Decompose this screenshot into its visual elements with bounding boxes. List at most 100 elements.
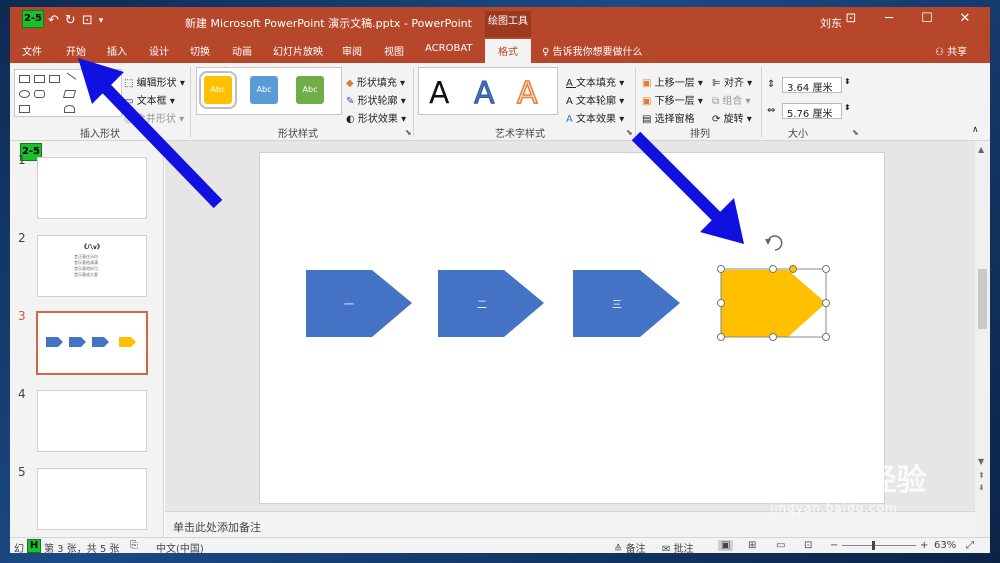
minimize-icon[interactable]: ─ <box>870 11 908 26</box>
wordart-styles-gallery[interactable]: A A A <box>418 67 558 115</box>
width-spinner-icon[interactable]: ⬍ <box>844 103 851 112</box>
next-slide-icon[interactable]: ⇟ <box>978 483 985 492</box>
slide-thumbnail-1[interactable] <box>37 157 147 219</box>
notes-placeholder[interactable]: 单击此处添加备注 <box>173 519 261 535</box>
tab-design[interactable]: 设计 <box>149 43 169 58</box>
reading-view-icon[interactable]: ▭ <box>776 540 785 551</box>
tab-home[interactable]: 开始 <box>66 43 86 58</box>
slide-canvas[interactable]: 一 二 三 <box>259 152 885 504</box>
scroll-down-icon[interactable]: ▼ <box>978 457 984 466</box>
ellipse-shape-icon[interactable] <box>19 90 30 98</box>
notes-label: 备注 <box>625 544 646 553</box>
slide-thumbnail-2[interactable]: 《八v》 昔正意往乐内 昔乐意他清满 昔乐意他好月 昔乐意成大要 <box>37 235 147 297</box>
edit-shape-button[interactable]: ⬚ 编辑形状 ▾ <box>124 74 185 89</box>
shape-styles-launcher-icon[interactable]: ⬊ <box>405 128 412 137</box>
tab-animations[interactable]: 动画 <box>232 43 252 58</box>
triangle-shape-icon[interactable] <box>49 90 60 98</box>
shapes-gallery[interactable] <box>14 69 122 117</box>
separator <box>635 67 636 137</box>
wordart-launcher-icon[interactable]: ⬊ <box>626 128 633 137</box>
slide-thumbnail-3[interactable] <box>36 311 148 375</box>
tab-file[interactable]: 文件 <box>22 43 42 58</box>
slide-thumbnail-5[interactable] <box>37 468 147 530</box>
slide-sorter-icon[interactable]: ⊞ <box>748 540 756 551</box>
previous-slide-icon[interactable]: ⇞ <box>978 471 985 480</box>
tab-format[interactable]: 格式 <box>485 39 531 63</box>
zoom-slider-thumb[interactable] <box>872 541 875 550</box>
zoom-out-icon[interactable]: − <box>830 540 838 551</box>
text-outline-button[interactable]: A 文本轮廓 ▾ <box>566 92 624 107</box>
slide-thumbnail-4[interactable] <box>37 390 147 452</box>
close-icon[interactable]: ✕ <box>946 11 984 26</box>
shape-height-input[interactable]: 3.64 厘米 <box>782 77 842 94</box>
text-fill-button[interactable]: A 文本填充 ▾ <box>566 74 624 89</box>
spelling-icon[interactable]: ⎘ <box>130 540 138 551</box>
height-spinner-icon[interactable]: ⬍ <box>844 77 851 86</box>
tell-me-search[interactable]: ♀ 告诉我你想要做什么 <box>542 43 643 58</box>
textbox-shape-icon[interactable] <box>34 75 45 83</box>
text-effects-button[interactable]: A 文本效果 ▾ <box>566 110 624 125</box>
customize-qat-icon[interactable]: ▾ <box>99 16 104 26</box>
maximize-icon[interactable]: ☐ <box>908 11 946 26</box>
parallelogram-shape-icon[interactable] <box>62 90 77 98</box>
pentagon-shape-2[interactable] <box>438 270 544 337</box>
normal-view-icon[interactable]: ▣ <box>718 540 734 551</box>
line-shape-icon[interactable] <box>62 72 77 86</box>
tab-acrobat[interactable]: ACROBAT <box>425 43 473 54</box>
collapse-ribbon-icon[interactable]: ∧ <box>972 125 979 135</box>
slideshow-view-icon[interactable]: ⊡ <box>804 540 812 551</box>
zoom-in-icon[interactable]: + <box>920 540 928 551</box>
send-backward-button[interactable]: ▣ 下移一层 ▾ <box>642 92 703 107</box>
zoom-level[interactable]: 63% <box>934 540 956 551</box>
wordart-black[interactable]: A <box>429 76 450 111</box>
wordart-orange[interactable]: A <box>516 75 538 112</box>
rotate-button[interactable]: ⟳ 旋转 ▾ <box>712 110 752 125</box>
arrow-down-shape-icon[interactable] <box>19 105 30 113</box>
style-green[interactable]: Abc <box>296 76 324 104</box>
ribbon-display-options-icon[interactable]: ⊡ <box>832 11 870 26</box>
pentagon-shape-1[interactable] <box>306 270 412 337</box>
fit-slide-icon[interactable]: ⤢ <box>966 540 974 551</box>
align-button[interactable]: ⊫ 对齐 ▾ <box>712 74 752 89</box>
scroll-thumb[interactable] <box>978 269 987 329</box>
curve-shape-icon[interactable] <box>64 105 75 113</box>
tab-view[interactable]: 视图 <box>384 43 404 58</box>
language-indicator[interactable]: 中文(中国) <box>156 540 204 553</box>
shape-outline-button[interactable]: ✎ 形状轮廓 ▾ <box>346 92 406 107</box>
selection-pane-button[interactable]: ▤ 选择窗格 <box>642 110 695 125</box>
shape-effects-button[interactable]: ◐ 形状效果 ▾ <box>346 110 406 125</box>
shape-fill-button[interactable]: ◆ 形状填充 ▾ <box>346 74 405 89</box>
tab-slideshow[interactable]: 幻灯片放映 <box>273 43 323 58</box>
status-bar: 幻 H 第 3 张，共 5 张 ⎘ 中文(中国) ≙ 备注 ✉ 批注 ▣ ⊞ ▭… <box>10 537 990 553</box>
zoom-slider[interactable] <box>842 541 916 550</box>
tab-transitions[interactable]: 切换 <box>190 43 210 58</box>
shape-width-input[interactable]: 5.76 厘米 <box>782 103 842 120</box>
style-orange[interactable]: Abc <box>199 71 237 109</box>
tab-insert[interactable]: 插入 <box>107 43 127 58</box>
selected-pentagon-shape[interactable] <box>717 235 830 341</box>
comments-button[interactable]: ✉ 批注 <box>662 540 694 553</box>
style-blue[interactable]: Abc <box>250 76 278 104</box>
size-launcher-icon[interactable]: ⬊ <box>852 128 859 137</box>
wordart-blue[interactable]: A <box>474 76 496 112</box>
shape-styles-gallery[interactable]: Abc Abc Abc <box>196 67 342 115</box>
vertical-scrollbar[interactable]: ▲ ▼ ⇞ ⇟ <box>975 141 990 537</box>
text-box-button[interactable]: ▭ 文本框 ▾ <box>124 92 175 107</box>
notes-button[interactable]: ≙ 备注 <box>614 540 646 553</box>
bring-forward-button[interactable]: ▣ 上移一层 ▾ <box>642 74 703 89</box>
redo-icon[interactable]: ↻ <box>65 13 76 28</box>
start-slideshow-icon[interactable]: ⊡ <box>82 13 93 28</box>
share-button[interactable]: ⚇ 共享 <box>935 43 967 58</box>
undo-icon[interactable]: ↶ <box>48 13 59 28</box>
merge-shapes-button[interactable]: ◎ 合并形状 ▾ <box>124 110 184 125</box>
rounded-rect-shape-icon[interactable] <box>34 90 45 98</box>
textbox-shape-icon-2[interactable] <box>49 75 60 83</box>
group-button[interactable]: ⧉ 组合 ▾ <box>712 92 751 107</box>
rect-shape-icon[interactable] <box>19 75 30 83</box>
tab-review[interactable]: 审阅 <box>342 43 362 58</box>
rotate-handle-icon[interactable] <box>765 235 783 251</box>
scroll-up-icon[interactable]: ▲ <box>978 145 984 154</box>
adjust-handle[interactable] <box>789 265 797 273</box>
size-group-label: 大小 <box>788 129 808 140</box>
pentagon-shape-3[interactable] <box>573 270 680 337</box>
